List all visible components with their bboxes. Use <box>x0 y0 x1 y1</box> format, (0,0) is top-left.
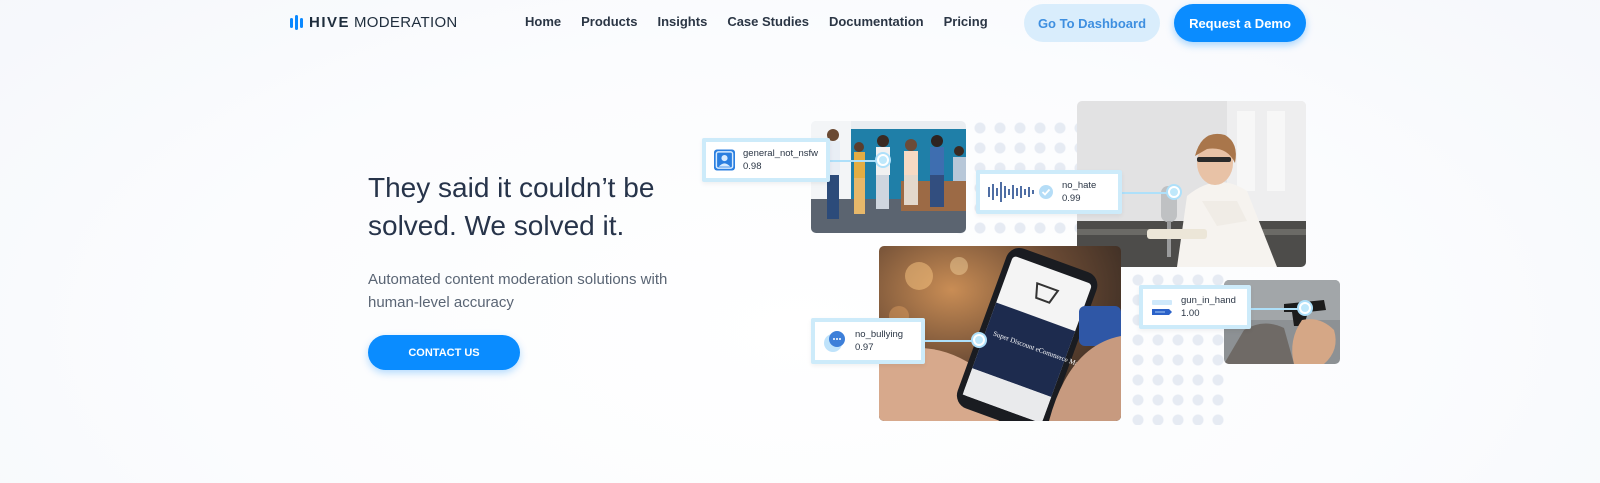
nav-link-home[interactable]: Home <box>525 14 561 29</box>
hive-moderation-logo[interactable]: HIVE MODERATION <box>290 14 458 31</box>
connector-line-no-hate <box>1119 192 1175 194</box>
tag-score-value: 0.99 <box>1062 193 1081 204</box>
connector-line-bullying <box>924 340 980 342</box>
tag-gun-in-hand: gun_in_hand 1.00 <box>1139 285 1251 329</box>
tag-class-label: general_not_nsfw <box>743 148 818 159</box>
hero-subtitle: Automated content moderation solutions w… <box>368 271 668 311</box>
tag-score-value: 0.98 <box>743 161 762 172</box>
person-image-icon <box>714 149 735 171</box>
request-demo-button[interactable]: Request a Demo <box>1174 4 1306 42</box>
connector-node-bullying <box>973 334 985 346</box>
contact-us-button[interactable]: CONTACT US <box>368 335 520 370</box>
gun-icon <box>1152 300 1172 315</box>
friends-group-photo <box>811 121 966 233</box>
connector-node-general <box>877 154 889 166</box>
hero-title: They said it couldn’t be solved. We solv… <box>368 172 655 241</box>
chat-bubble-icon <box>824 331 845 352</box>
nav-link-documentation[interactable]: Documentation <box>829 14 924 29</box>
connector-node-gun <box>1299 302 1311 314</box>
logo-text-bold: HIVE <box>309 14 351 31</box>
tag-score-value: 0.97 <box>855 342 874 353</box>
tag-class-label: no_bullying <box>855 329 904 340</box>
nav-link-pricing[interactable]: Pricing <box>944 14 988 29</box>
connector-node-no-hate <box>1168 186 1180 198</box>
nav-link-products[interactable]: Products <box>581 14 637 29</box>
tag-no-bullying: no_bullying 0.97 <box>811 318 925 364</box>
top-navigation: HIVE MODERATION Home Products Insights C… <box>0 0 1600 46</box>
go-to-dashboard-button[interactable]: Go To Dashboard <box>1024 4 1160 42</box>
logo-text-light: MODERATION <box>354 14 458 31</box>
tag-score-value: 1.00 <box>1181 308 1200 319</box>
nav-links: Home Products Insights Case Studies Docu… <box>525 14 988 29</box>
tag-class-label: no_hate <box>1062 180 1097 191</box>
tag-class-label: gun_in_hand <box>1181 295 1236 306</box>
logo-bars-icon <box>290 15 303 30</box>
nav-link-case-studies[interactable]: Case Studies <box>727 14 809 29</box>
nav-link-insights[interactable]: Insights <box>657 14 707 29</box>
tag-general-not-nsfw: general_not_nsfw 0.98 <box>702 138 830 182</box>
audio-waveform-icon <box>988 182 1053 202</box>
dot-pattern-bottom <box>1128 250 1228 425</box>
tag-no-hate: no_hate 0.99 <box>976 170 1122 214</box>
connector-line-general <box>826 160 884 162</box>
